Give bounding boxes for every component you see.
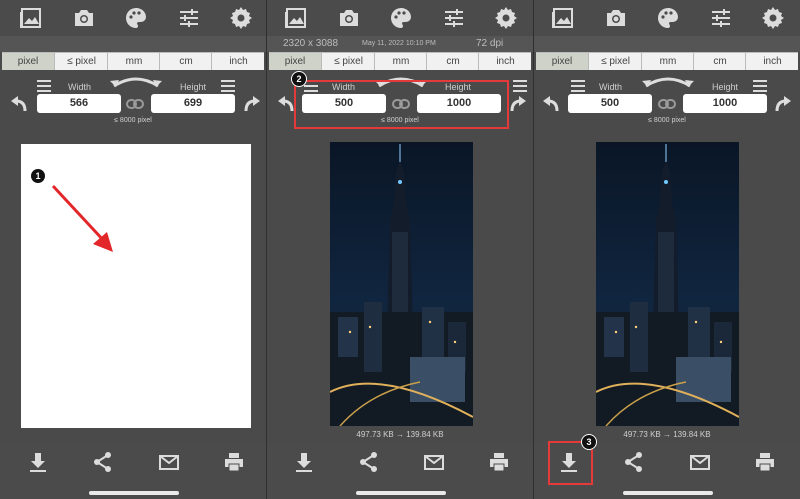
share-icon[interactable] xyxy=(623,451,645,473)
height-field[interactable]: 699 xyxy=(151,94,235,113)
home-indicator xyxy=(623,491,713,495)
step-badge: 2 xyxy=(291,71,307,87)
home-indicator xyxy=(89,491,179,495)
menu-icon[interactable] xyxy=(37,79,51,92)
mail-icon[interactable] xyxy=(158,451,180,473)
palette-icon[interactable] xyxy=(656,6,680,30)
unit-le-pixel[interactable]: ≤ pixel xyxy=(588,53,642,71)
unit-pixel[interactable]: pixel xyxy=(2,53,54,71)
limit-note: ≤ 8000 pixel xyxy=(114,117,152,124)
unit-le-pixel[interactable]: ≤ pixel xyxy=(54,53,108,71)
step-badge: 3 xyxy=(581,434,597,450)
height-field[interactable]: 1000 xyxy=(683,94,767,113)
unit-cm[interactable]: cm xyxy=(693,53,746,71)
panel-3: pixel ≤ pixel mm cm inch Width Height 50… xyxy=(534,0,800,499)
palette-icon[interactable] xyxy=(389,6,413,30)
sliders-icon[interactable] xyxy=(177,6,201,30)
link-icon[interactable] xyxy=(658,97,676,111)
print-icon[interactable] xyxy=(488,451,510,473)
top-toolbar xyxy=(0,0,266,36)
camera-icon[interactable] xyxy=(72,6,96,30)
dimensions-section: Width Height 500 1000 ≤ 8000 pixel xyxy=(534,70,800,132)
width-label: Width xyxy=(599,82,623,92)
gallery-icon[interactable] xyxy=(19,6,43,30)
download-icon[interactable] xyxy=(27,451,49,473)
gear-icon[interactable] xyxy=(229,6,253,30)
unit-selector: pixel ≤ pixel mm cm inch xyxy=(269,52,531,72)
undo-icon[interactable] xyxy=(10,95,28,113)
info-bar xyxy=(534,36,800,52)
width-field[interactable]: 566 xyxy=(37,94,121,113)
file-size-text: 497.73 KB → 139.84 KB xyxy=(356,430,444,439)
height-label: Height xyxy=(712,82,739,92)
print-icon[interactable] xyxy=(754,451,776,473)
undo-icon[interactable] xyxy=(277,95,295,113)
sliders-icon[interactable] xyxy=(442,6,466,30)
top-toolbar xyxy=(267,0,533,36)
top-toolbar xyxy=(534,0,800,36)
limit-note: ≤ 8000 pixel xyxy=(648,117,686,124)
width-field[interactable]: 500 xyxy=(568,94,652,113)
redo-icon[interactable] xyxy=(509,95,527,113)
print-icon[interactable] xyxy=(223,451,245,473)
swap-icon[interactable] xyxy=(108,74,164,88)
dimensions-section: Width Height 566 699 ≤ 8000 pixel xyxy=(0,70,266,132)
unit-pixel[interactable]: pixel xyxy=(536,53,588,71)
swap-icon[interactable] xyxy=(640,74,696,88)
unit-selector: pixel ≤ pixel mm cm inch xyxy=(2,52,264,72)
unit-mm[interactable]: mm xyxy=(107,53,160,71)
gear-icon[interactable] xyxy=(494,6,518,30)
unit-mm[interactable]: mm xyxy=(641,53,694,71)
share-icon[interactable] xyxy=(92,451,114,473)
unit-inch[interactable]: inch xyxy=(745,53,799,71)
date-text: May 11, 2022 10:10 PM xyxy=(362,40,436,47)
menu-icon[interactable] xyxy=(753,79,767,92)
gear-icon[interactable] xyxy=(761,6,785,30)
unit-pixel[interactable]: pixel xyxy=(269,53,321,71)
unit-cm[interactable]: cm xyxy=(426,53,479,71)
download-icon[interactable] xyxy=(293,451,315,473)
height-label: Height xyxy=(180,82,207,92)
link-icon[interactable] xyxy=(126,97,144,111)
city-night-photo[interactable] xyxy=(596,142,739,426)
camera-icon[interactable] xyxy=(604,6,628,30)
camera-icon[interactable] xyxy=(337,6,361,30)
undo-icon[interactable] xyxy=(542,95,560,113)
unit-inch[interactable]: inch xyxy=(478,53,532,71)
unit-inch[interactable]: inch xyxy=(211,53,265,71)
unit-mm[interactable]: mm xyxy=(374,53,427,71)
resolution-text: 2320 x 3088 xyxy=(283,38,339,49)
info-bar xyxy=(0,36,266,52)
menu-icon[interactable] xyxy=(513,79,527,92)
city-night-photo[interactable] xyxy=(330,142,473,426)
redo-icon[interactable] xyxy=(774,95,792,113)
menu-icon[interactable] xyxy=(221,79,235,92)
info-bar: 2320 x 3088 May 11, 2022 10:10 PM 72 dpi xyxy=(267,36,533,52)
panel-1: pixel ≤ pixel mm cm inch Width Height 56… xyxy=(0,0,266,499)
step-badge: 1 xyxy=(30,168,46,184)
gallery-icon[interactable] xyxy=(284,6,308,30)
menu-icon[interactable] xyxy=(571,79,585,92)
width-label: Width xyxy=(68,82,92,92)
palette-icon[interactable] xyxy=(124,6,148,30)
share-icon[interactable] xyxy=(358,451,380,473)
dpi-text: 72 dpi xyxy=(476,38,504,49)
mail-icon[interactable] xyxy=(423,451,445,473)
arrow-annotation xyxy=(51,184,113,252)
redo-icon[interactable] xyxy=(243,95,261,113)
panel-2: 2320 x 3088 May 11, 2022 10:10 PM 72 dpi… xyxy=(267,0,533,499)
unit-selector: pixel ≤ pixel mm cm inch xyxy=(536,52,798,72)
unit-le-pixel[interactable]: ≤ pixel xyxy=(321,53,375,71)
gallery-icon[interactable] xyxy=(551,6,575,30)
home-indicator xyxy=(356,491,446,495)
sliders-icon[interactable] xyxy=(709,6,733,30)
highlight-box xyxy=(294,80,509,129)
file-size-text: 497.73 KB → 139.84 KB xyxy=(623,430,711,439)
mail-icon[interactable] xyxy=(689,451,711,473)
unit-cm[interactable]: cm xyxy=(159,53,212,71)
